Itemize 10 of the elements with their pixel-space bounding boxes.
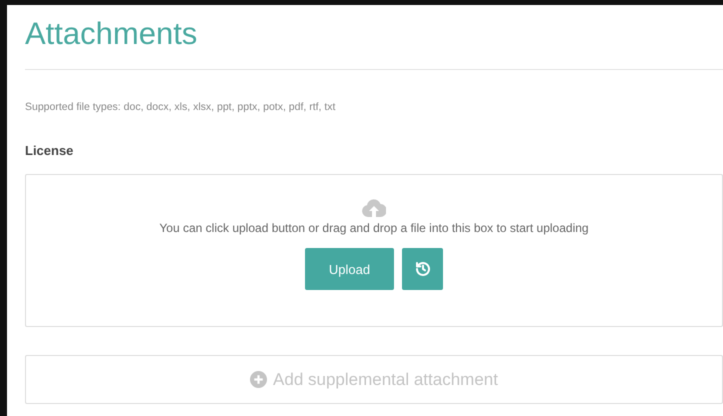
dropzone-hint: You can click upload button or drag and drop a file into this box to start uploading — [159, 221, 589, 235]
cloud-upload-icon — [362, 199, 386, 217]
supported-types-note: Supported file types: doc, docx, xls, xlsx, ppt, pptx, potx, pdf, rtf, txt — [25, 101, 336, 113]
plus-circle-icon — [250, 371, 268, 388]
upload-button[interactable]: Upload — [305, 248, 394, 290]
history-icon — [414, 261, 430, 277]
section-label: License — [25, 143, 74, 158]
dropzone[interactable]: You can click upload button or drag and drop a file into this box to start uploading Upload — [25, 174, 723, 327]
page-title: Attachments — [25, 15, 198, 53]
history-button[interactable] — [402, 248, 443, 290]
